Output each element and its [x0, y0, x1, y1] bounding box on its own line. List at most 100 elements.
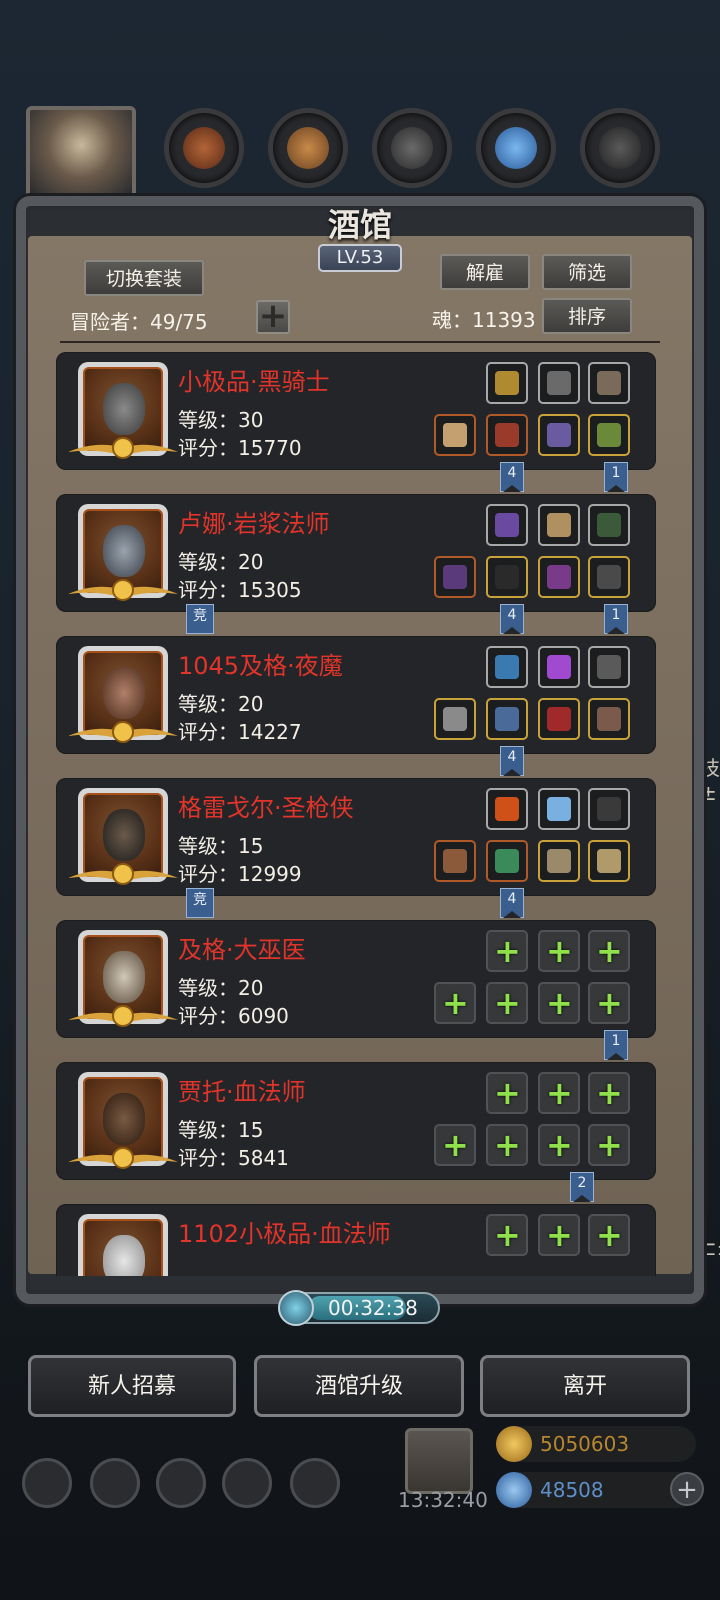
equip-slot[interactable]: [538, 698, 580, 740]
hero-name: 1045及格·夜魔: [178, 652, 343, 680]
adventurer-count: 冒险者：49/75: [70, 310, 208, 334]
empty-equip-slot[interactable]: +: [538, 930, 580, 972]
equip-slot[interactable]: [588, 840, 630, 882]
tab-weapon[interactable]: [164, 108, 244, 188]
rank-wings-icon: [68, 863, 178, 885]
hero-level: 等级：20: [178, 692, 264, 716]
recruit-button[interactable]: 新人招募: [28, 1355, 236, 1417]
tab-wood[interactable]: [268, 108, 348, 188]
rifle-icon: [443, 849, 467, 873]
equip-slot[interactable]: [538, 362, 580, 404]
tab-metal[interactable]: [372, 108, 452, 188]
dismiss-button[interactable]: 解雇: [440, 254, 530, 290]
leave-button[interactable]: 离开: [480, 1355, 690, 1417]
add-adventurer-slot-button[interactable]: +: [256, 299, 290, 334]
empty-equip-slot[interactable]: +: [486, 982, 528, 1024]
empty-equip-slot[interactable]: +: [434, 1124, 476, 1166]
timer-text: 00:32:38: [328, 1296, 418, 1320]
hero-list[interactable]: 小极品·黑骑士 等级：30 评分：15770 4 1 卢娜·岩浆法师 等级：20…: [56, 350, 656, 1276]
empty-equip-slot[interactable]: +: [588, 1072, 630, 1114]
equip-slot[interactable]: [434, 840, 476, 882]
hero-score: 评分：6090: [178, 1004, 289, 1028]
bag-icon[interactable]: [156, 1458, 206, 1508]
filter-button[interactable]: 筛选: [542, 254, 632, 290]
equip-slot[interactable]: [588, 362, 630, 404]
compass-icon: [547, 513, 571, 537]
equip-slot[interactable]: [538, 556, 580, 598]
stack-count-badge: 4: [500, 746, 524, 776]
hero-card[interactable]: 小极品·黑骑士 等级：30 评分：15770: [56, 352, 656, 470]
empty-equip-slot[interactable]: +: [538, 1072, 580, 1114]
empty-equip-slot[interactable]: +: [538, 982, 580, 1024]
empty-equip-slot[interactable]: +: [538, 1124, 580, 1166]
empty-equip-slot[interactable]: +: [588, 1214, 630, 1256]
hero-card[interactable]: 1045及格·夜魔 等级：20 评分：14227: [56, 636, 656, 754]
hero-card[interactable]: 1102小极品·血法师 + + +: [56, 1204, 656, 1276]
equip-slot[interactable]: [538, 840, 580, 882]
hero-card[interactable]: 卢娜·岩浆法师 等级：20 评分：15305: [56, 494, 656, 612]
equip-slot[interactable]: [538, 504, 580, 546]
equip-slot[interactable]: [588, 788, 630, 830]
empty-equip-slot[interactable]: +: [486, 1072, 528, 1114]
skill-icon[interactable]: [90, 1458, 140, 1508]
mail-icon[interactable]: [222, 1458, 272, 1508]
equip-slot[interactable]: [588, 556, 630, 598]
bracer-icon: [547, 371, 571, 395]
tab-crystal[interactable]: [476, 108, 556, 188]
top-tab-bar: [24, 104, 704, 204]
equip-slot[interactable]: [434, 556, 476, 598]
hero-card[interactable]: 格雷戈尔·圣枪侠 等级：15 评分：12999: [56, 778, 656, 896]
equip-slot[interactable]: [486, 840, 528, 882]
gift-icon[interactable]: [405, 1428, 473, 1494]
add-icon: +: [494, 1074, 521, 1112]
equip-slot[interactable]: [486, 414, 528, 456]
stack-count-badge: 4: [500, 604, 524, 634]
menu-icon[interactable]: [22, 1458, 72, 1508]
equip-slot[interactable]: [486, 362, 528, 404]
clock-icon: [278, 1290, 314, 1326]
empty-equip-slot[interactable]: +: [588, 1124, 630, 1166]
add-icon: +: [596, 984, 623, 1022]
empty-equip-slot[interactable]: +: [434, 982, 476, 1024]
empty-equip-slot[interactable]: +: [486, 930, 528, 972]
hero-card[interactable]: 及格·大巫医 等级：20 评分：6090 + + + + + + +: [56, 920, 656, 1038]
equip-slot[interactable]: [538, 788, 580, 830]
equip-slot[interactable]: [588, 646, 630, 688]
crystal-orb-icon: [547, 797, 571, 821]
empty-equip-slot[interactable]: +: [486, 1214, 528, 1256]
equip-slot[interactable]: [538, 414, 580, 456]
equip-slot[interactable]: [588, 414, 630, 456]
add-icon: +: [546, 932, 573, 970]
cross-icon: [597, 565, 621, 589]
empty-equip-slot[interactable]: +: [588, 982, 630, 1024]
wood-icon: [287, 127, 329, 169]
settings-icon[interactable]: [290, 1458, 340, 1508]
switch-outfit-button[interactable]: 切换套装: [84, 260, 204, 296]
tavern-level-badge: LV.53: [318, 244, 402, 272]
add-gems-button[interactable]: +: [670, 1472, 704, 1506]
tab-iron[interactable]: [580, 108, 660, 188]
empty-equip-slot[interactable]: +: [588, 930, 630, 972]
equip-slot[interactable]: [588, 698, 630, 740]
sort-button[interactable]: 排序: [542, 298, 632, 334]
equip-slot[interactable]: [486, 698, 528, 740]
equip-slot[interactable]: [486, 556, 528, 598]
hero-name: 格雷戈尔·圣枪侠: [178, 794, 354, 822]
equip-slot[interactable]: [486, 646, 528, 688]
empty-equip-slot[interactable]: +: [538, 1214, 580, 1256]
equip-slot[interactable]: [486, 788, 528, 830]
stone-icon: [597, 797, 621, 821]
equip-slot[interactable]: [588, 504, 630, 546]
hero-card[interactable]: 贾托·血法师 等级：15 评分：5841 + + + + + + +: [56, 1062, 656, 1180]
equip-slot[interactable]: [434, 414, 476, 456]
empty-equip-slot[interactable]: +: [486, 1124, 528, 1166]
equip-slot[interactable]: [538, 646, 580, 688]
stack-count-badge: 4: [500, 888, 524, 918]
player-portrait[interactable]: [26, 106, 136, 201]
hero-score: 评分：15305: [178, 578, 302, 602]
equip-slot[interactable]: [486, 504, 528, 546]
clock-time: 13:32:40: [398, 1488, 488, 1512]
equip-slot[interactable]: [434, 698, 476, 740]
upgrade-tavern-button[interactable]: 酒馆升级: [254, 1355, 464, 1417]
add-icon: +: [546, 984, 573, 1022]
